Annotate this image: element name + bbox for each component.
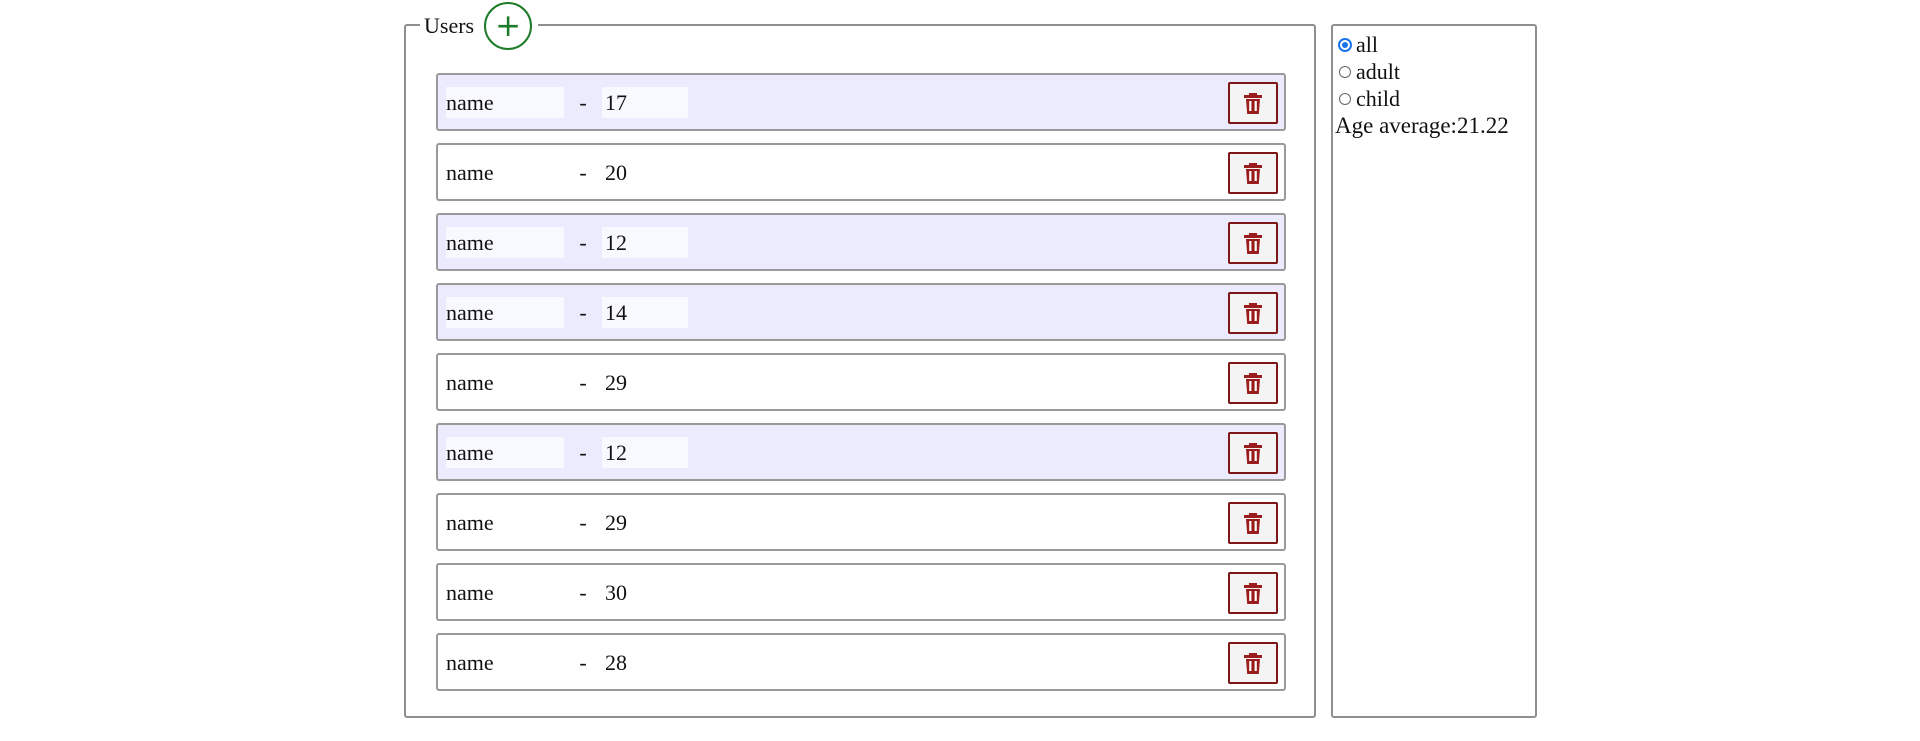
age-average-value: 21.22 [1456, 113, 1509, 138]
trash-icon [1244, 443, 1262, 464]
user-row: name - 17 [436, 73, 1286, 131]
user-name-field[interactable]: name [446, 436, 564, 468]
user-name-field[interactable]: name [446, 157, 564, 188]
delete-user-button[interactable] [1228, 432, 1278, 474]
filter-option-child[interactable]: child [1335, 85, 1535, 112]
user-row: name - 29 [436, 353, 1286, 411]
delete-user-button[interactable] [1228, 502, 1278, 544]
filter-panel: all adult child Age average:21.22 [1331, 24, 1537, 718]
name-age-separator: - [579, 299, 587, 325]
trash-icon [1244, 233, 1262, 254]
user-age-field[interactable]: 29 [602, 367, 688, 398]
name-age-separator: - [579, 89, 587, 115]
user-age-field[interactable]: 29 [602, 507, 688, 538]
delete-user-button[interactable] [1228, 572, 1278, 614]
trash-icon [1244, 93, 1262, 114]
user-name-field[interactable]: name [446, 86, 564, 118]
trash-icon [1244, 373, 1262, 394]
filter-option-label: child [1356, 85, 1400, 111]
name-age-separator: - [579, 649, 587, 675]
filter-option-all[interactable]: all [1335, 31, 1535, 58]
user-list: name - 17 name - 20 name - 12 name - 14 … [436, 73, 1286, 703]
delete-user-button[interactable] [1228, 222, 1278, 264]
user-name-field[interactable]: name [446, 647, 564, 678]
filter-option-label: all [1356, 31, 1378, 57]
trash-icon [1244, 303, 1262, 324]
user-age-field[interactable]: 20 [602, 157, 688, 188]
delete-user-button[interactable] [1228, 362, 1278, 404]
name-age-separator: - [579, 509, 587, 535]
user-name-field[interactable]: name [446, 367, 564, 398]
radio-all[interactable] [1338, 37, 1352, 52]
radio-child[interactable] [1339, 92, 1351, 105]
radio-selected-dot [1342, 41, 1348, 48]
user-row: name - 28 [436, 633, 1286, 691]
name-age-separator: - [579, 369, 587, 395]
user-row: name - 30 [436, 563, 1286, 621]
user-name-field[interactable]: name [446, 507, 564, 538]
user-name-field[interactable]: name [446, 226, 564, 258]
name-age-separator: - [579, 229, 587, 255]
users-panel: Users + name - 17 name - 20 name - 12 na… [404, 2, 1316, 718]
age-average-label: Age average: [1335, 113, 1457, 138]
delete-user-button[interactable] [1228, 152, 1278, 194]
user-age-field[interactable]: 30 [602, 577, 688, 608]
add-user-button[interactable]: + [484, 2, 533, 50]
trash-icon [1244, 583, 1262, 604]
trash-icon [1244, 653, 1262, 674]
delete-user-button[interactable] [1228, 642, 1278, 684]
user-row: name - 12 [436, 423, 1286, 481]
age-average: Age average:21.22 [1335, 112, 1535, 140]
name-age-separator: - [579, 579, 587, 605]
user-age-field[interactable]: 12 [602, 226, 688, 258]
filter-option-label: adult [1356, 58, 1400, 84]
user-age-field[interactable]: 28 [602, 647, 688, 678]
user-age-field[interactable]: 14 [602, 296, 688, 328]
user-age-field[interactable]: 12 [602, 436, 688, 468]
user-row: name - 12 [436, 213, 1286, 271]
user-row: name - 20 [436, 143, 1286, 201]
radio-adult[interactable] [1339, 65, 1351, 78]
users-title: Users [424, 13, 475, 38]
user-name-field[interactable]: name [446, 296, 564, 328]
users-legend: Users + [420, 2, 539, 50]
user-age-field[interactable]: 17 [602, 86, 688, 118]
trash-icon [1244, 513, 1262, 534]
user-row: name - 29 [436, 493, 1286, 551]
name-age-separator: - [579, 159, 587, 185]
user-row: name - 14 [436, 283, 1286, 341]
trash-icon [1244, 163, 1262, 184]
name-age-separator: - [579, 439, 587, 465]
filter-option-adult[interactable]: adult [1335, 58, 1535, 85]
delete-user-button[interactable] [1228, 82, 1278, 124]
user-name-field[interactable]: name [446, 577, 564, 608]
plus-icon: + [495, 7, 522, 44]
delete-user-button[interactable] [1228, 292, 1278, 334]
